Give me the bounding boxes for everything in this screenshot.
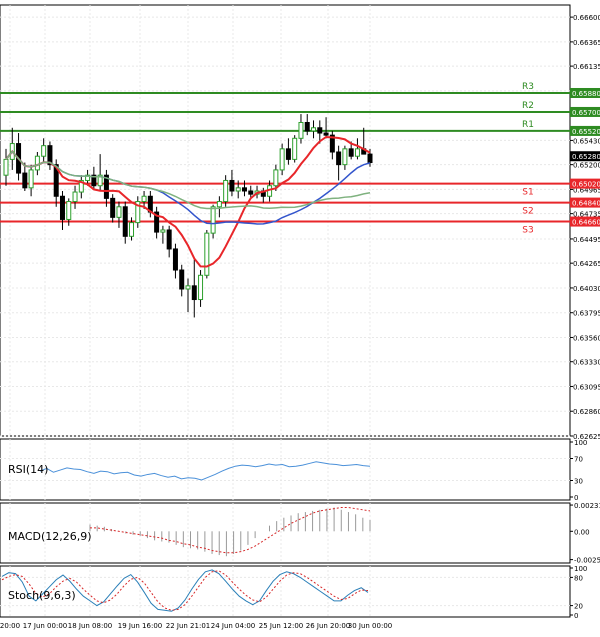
- price-y-tick-label: 0.64265: [573, 260, 600, 268]
- x-tick-label: 25 Jun 12:00: [259, 622, 303, 630]
- candle-body: [279, 148, 285, 171]
- price-y-tick-label: 0.63095: [573, 383, 600, 391]
- price-y-tick-label: 0.66600: [573, 14, 600, 22]
- chart-canvas: 20:00 17 Jun 00:00 18 Jun 08:00 19 Jun 16:0…: [0, 4, 600, 630]
- stoch-y-tick-label: 100: [574, 565, 587, 573]
- candle-body: [248, 190, 254, 195]
- support-price-badge-label: 0.64840: [572, 200, 600, 208]
- candle-body: [348, 148, 354, 157]
- rsi-y-tick-label: 70: [574, 456, 583, 464]
- candle-body: [223, 179, 229, 203]
- price-y-tick-label: 0.66365: [573, 39, 600, 47]
- candle-body: [72, 191, 78, 203]
- candle-body: [292, 137, 298, 160]
- price-y-tick-label: 0.66135: [573, 63, 600, 71]
- candle-body: [59, 195, 65, 220]
- candle-body: [179, 269, 185, 290]
- price-y-tick-label: 0.64030: [573, 285, 600, 293]
- candle-body: [235, 187, 241, 192]
- current-price-label: 0.65280: [572, 153, 600, 161]
- x-tick-label: 17 Jun 00:00: [23, 622, 67, 630]
- resistance-price-badge-label: 0.65880: [572, 90, 600, 98]
- price-y-tick-label: 0.63330: [573, 359, 600, 367]
- candle-body: [354, 148, 360, 157]
- macd-y-tick-label: 0.00: [574, 528, 590, 536]
- candle-body: [336, 151, 342, 166]
- x-tick-label: 20:00: [0, 622, 20, 630]
- candle-body: [141, 195, 147, 203]
- price-y-tick-label: 0.64495: [573, 236, 600, 244]
- candle-body: [342, 148, 348, 166]
- rsi-panel-frame: [0, 438, 571, 501]
- candle-body: [241, 187, 247, 192]
- candle-body: [311, 127, 317, 132]
- stoch-label: Stoch(9,6,3): [8, 589, 76, 602]
- x-tick-label: 30 Jun 00:00: [348, 622, 392, 630]
- x-tick-label: 26 Jun 20:00: [306, 622, 350, 630]
- candle-body: [110, 197, 116, 218]
- price-y-tick-label: 0.65430: [573, 137, 600, 145]
- x-tick-label: 24 Jun 04:00: [211, 622, 255, 630]
- stoch-y-tick-label: 80: [574, 574, 583, 582]
- candle-body: [3, 158, 9, 176]
- candle-body: [28, 169, 34, 189]
- candle-body: [166, 229, 172, 250]
- resistance-level-name: R1: [522, 120, 534, 130]
- macd-y-tick-label: 0.002319: [574, 502, 600, 510]
- candle-body: [191, 285, 197, 301]
- rsi-label: RSI(14): [8, 463, 48, 476]
- candle-body: [304, 121, 310, 132]
- candle-body: [129, 222, 135, 237]
- price-y-tick-label: 0.63560: [573, 334, 600, 342]
- candle-body: [285, 148, 291, 160]
- price-y-tick-label: 0.65200: [573, 162, 600, 170]
- resistance-level-name: R3: [522, 82, 534, 92]
- candle-body: [66, 201, 72, 220]
- candle-body: [298, 121, 304, 139]
- resistance-price-badge-label: 0.65520: [572, 128, 600, 136]
- candle-body: [204, 232, 210, 276]
- stoch-y-tick-label: 20: [574, 603, 583, 611]
- candle-body: [185, 285, 191, 290]
- candle-body: [367, 153, 373, 164]
- candle-body: [160, 229, 166, 233]
- candle-body: [116, 206, 122, 218]
- candle-body: [273, 169, 279, 187]
- candle-body: [317, 127, 323, 134]
- support-price-badge-label: 0.65020: [572, 181, 600, 189]
- candle-body: [323, 132, 329, 136]
- candle-body: [41, 145, 47, 157]
- x-tick-label: 18 Jun 08:00: [68, 622, 112, 630]
- resistance-level-name: R2: [522, 101, 534, 111]
- macd-y-tick-label: -0.00250: [574, 557, 600, 565]
- price-y-tick-label: 0.63795: [573, 310, 600, 318]
- x-tick-label: 19 Jun 16:00: [118, 622, 162, 630]
- forex-chart: 20:00 17 Jun 00:00 18 Jun 08:00 19 Jun 16:0…: [0, 0, 600, 633]
- candle-body: [22, 172, 28, 189]
- rsi-y-tick-label: 100: [574, 439, 587, 447]
- resistance-price-badge-label: 0.65700: [572, 109, 600, 117]
- candle-body: [229, 179, 235, 192]
- price-panel-frame: [0, 4, 571, 437]
- candle-body: [34, 155, 40, 171]
- candle-body: [216, 201, 222, 208]
- support-price-badge-label: 0.64660: [572, 219, 600, 227]
- candle-body: [198, 274, 204, 301]
- rsi-y-tick-label: 0: [574, 494, 578, 502]
- support-level-name: S1: [522, 188, 533, 198]
- candle-body: [210, 206, 216, 234]
- candle-body: [122, 206, 128, 237]
- stoch-y-tick-label: 0: [574, 612, 578, 620]
- x-tick-label: 22 Jun 21:01: [166, 622, 210, 630]
- rsi-y-tick-label: 30: [574, 478, 583, 486]
- support-level-name: S3: [522, 226, 533, 236]
- support-level-name: S2: [522, 207, 533, 217]
- candle-body: [172, 248, 178, 271]
- macd-label: MACD(12,26,9): [8, 530, 92, 543]
- price-y-tick-label: 0.62860: [573, 408, 600, 416]
